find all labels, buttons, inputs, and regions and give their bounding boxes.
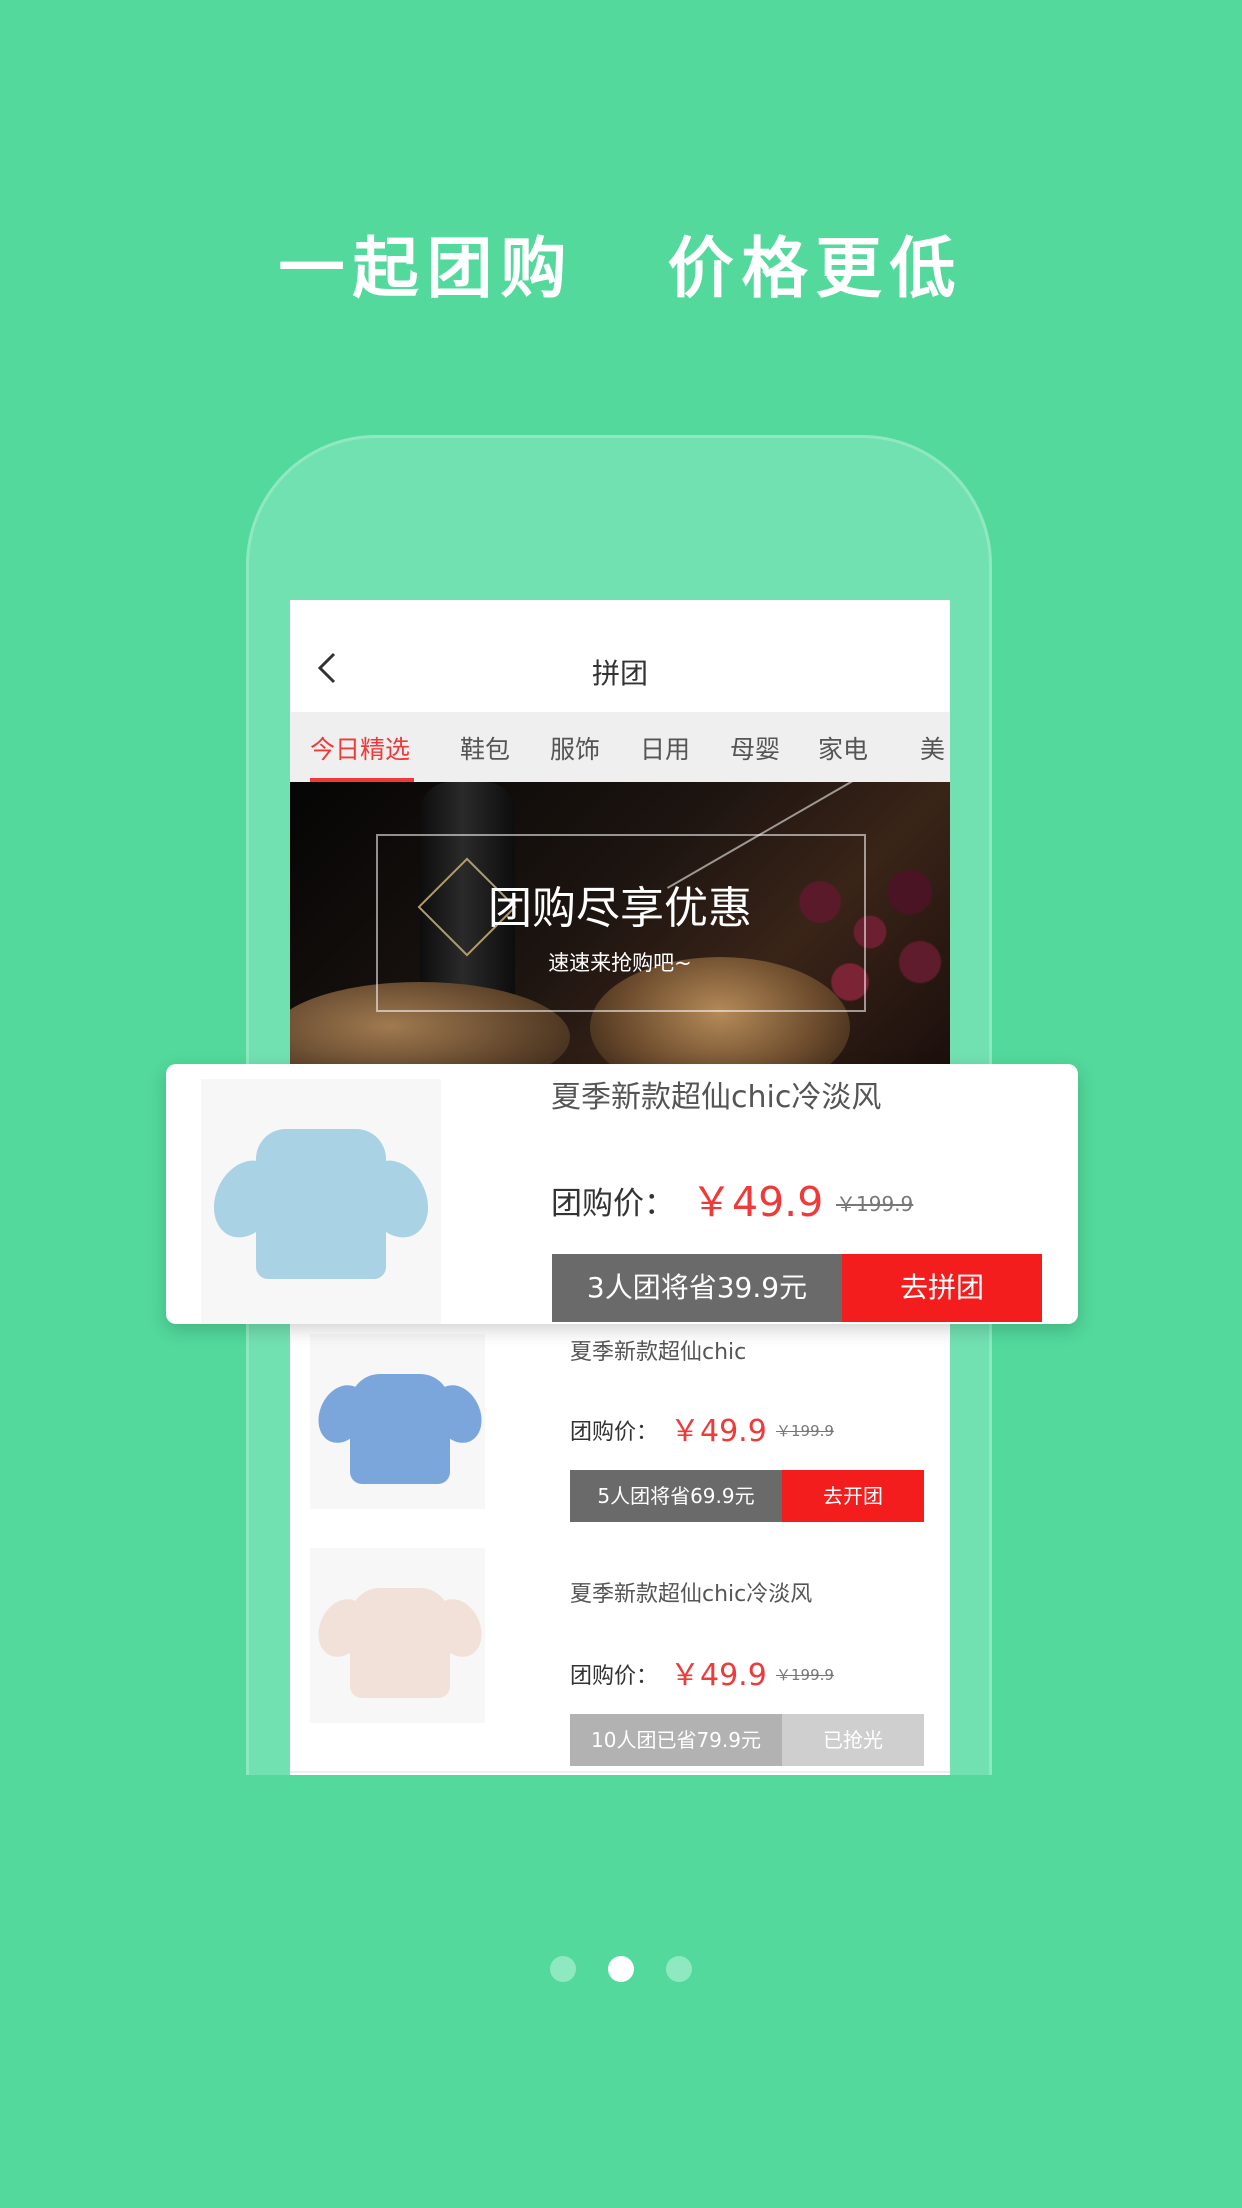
original-price: ￥199.9 [776,1666,834,1684]
banner-subtitle: 速速来抢购吧~ [548,951,692,975]
group-price: ￥49.9 [691,1178,824,1226]
tab-shoes-bags[interactable]: 鞋包 [460,730,510,766]
page-indicator [0,1956,1242,1986]
group-price: ￥49.9 [670,1658,767,1693]
group-savings: 3人团将省39.9元 [552,1254,842,1322]
shirt-body [350,1588,450,1698]
original-price: ￥199.9 [836,1192,914,1216]
promo-banner[interactable]: 团购尽享优惠 速速来抢购吧~ [290,782,950,1067]
tab-daily[interactable]: 日用 [640,730,690,766]
product-image [201,1079,441,1324]
tab-beauty[interactable]: 美 [920,730,945,766]
page-dot-active[interactable] [608,1956,634,1982]
page-title: 拼团 [591,657,648,690]
tab-today[interactable]: 今日精选 [310,730,410,766]
start-group-button[interactable]: 去开团 [782,1470,924,1522]
product-title: 夏季新款超仙chic冷淡风 [551,1080,882,1115]
product-item[interactable]: 夏季新款超仙chic 团购价： ￥49.9 ￥199.9 5人团将省69.9元 … [290,1332,950,1567]
shirt-body [350,1374,450,1484]
original-price: ￥199.9 [776,1422,834,1440]
join-group-button[interactable]: 去拼团 [842,1254,1042,1322]
product-title: 夏季新款超仙chic冷淡风 [570,1582,813,1607]
sold-out-button: 已抢光 [782,1714,924,1766]
product-image [309,1548,491,1723]
price-label: 团购价： [551,1186,675,1222]
group-savings: 5人团将省69.9元 [570,1470,782,1522]
shirt-body [256,1129,386,1279]
product-image [309,1334,491,1509]
tab-appliances[interactable]: 家电 [818,730,868,766]
banner-title: 团购尽享优惠 [488,883,752,934]
featured-product-card[interactable]: 夏季新款超仙chic冷淡风 团购价： ￥49.9 ￥199.9 3人团将省39.… [166,1064,1078,1324]
group-savings: 10人团已省79.9元 [570,1714,782,1766]
tab-baby[interactable]: 母婴 [730,730,780,766]
price-label: 团购价： [570,1664,659,1689]
navbar: 拼团 [290,600,950,712]
product-title: 夏季新款超仙chic [570,1340,747,1365]
price-label: 团购价： [570,1420,659,1445]
page-dot[interactable] [666,1956,692,1982]
group-price: ￥49.9 [670,1414,767,1449]
category-tabs: 今日精选 鞋包 服饰 日用 母婴 家电 美 [290,712,950,782]
page-dot[interactable] [550,1956,576,1982]
tab-clothing[interactable]: 服饰 [550,730,600,766]
product-item[interactable]: 夏季新款超仙chic冷淡风 团购价： ￥49.9 ￥199.9 10人团已省79… [290,1538,950,1773]
headline: 一起团购 价格更低 [278,230,964,307]
